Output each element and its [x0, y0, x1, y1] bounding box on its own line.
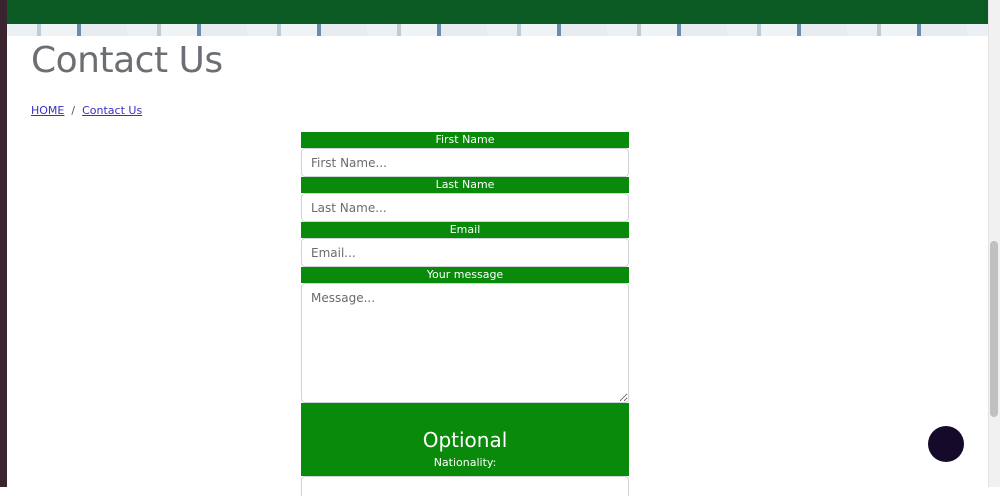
last-name-label: Last Name	[301, 177, 629, 193]
first-name-label: First Name	[301, 132, 629, 148]
nationality-input[interactable]	[301, 476, 629, 496]
header-banner-image	[7, 24, 989, 36]
nationality-label: Nationality:	[433, 456, 497, 469]
header-banner	[7, 0, 989, 24]
scrollbar-thumb[interactable]	[990, 241, 998, 417]
breadcrumb-current-link[interactable]: Contact Us	[82, 104, 142, 117]
page-title: Contact Us	[31, 40, 223, 81]
breadcrumb-home-link[interactable]: HOME	[31, 104, 64, 117]
chat-bubble-icon[interactable]	[928, 426, 964, 462]
window-left-edge	[0, 0, 7, 487]
contact-form: First Name Last Name Email Your message …	[301, 132, 629, 496]
form-divider	[301, 403, 629, 415]
breadcrumb: HOME / Contact Us	[31, 104, 142, 117]
email-input[interactable]	[301, 238, 629, 267]
optional-section: Optional Nationality:	[301, 415, 629, 476]
first-name-input[interactable]	[301, 148, 629, 177]
breadcrumb-separator: /	[71, 104, 76, 117]
message-textarea[interactable]	[301, 283, 629, 403]
email-label: Email	[301, 222, 629, 238]
optional-heading: Optional	[422, 428, 508, 452]
last-name-input[interactable]	[301, 193, 629, 222]
message-label: Your message	[301, 267, 629, 283]
